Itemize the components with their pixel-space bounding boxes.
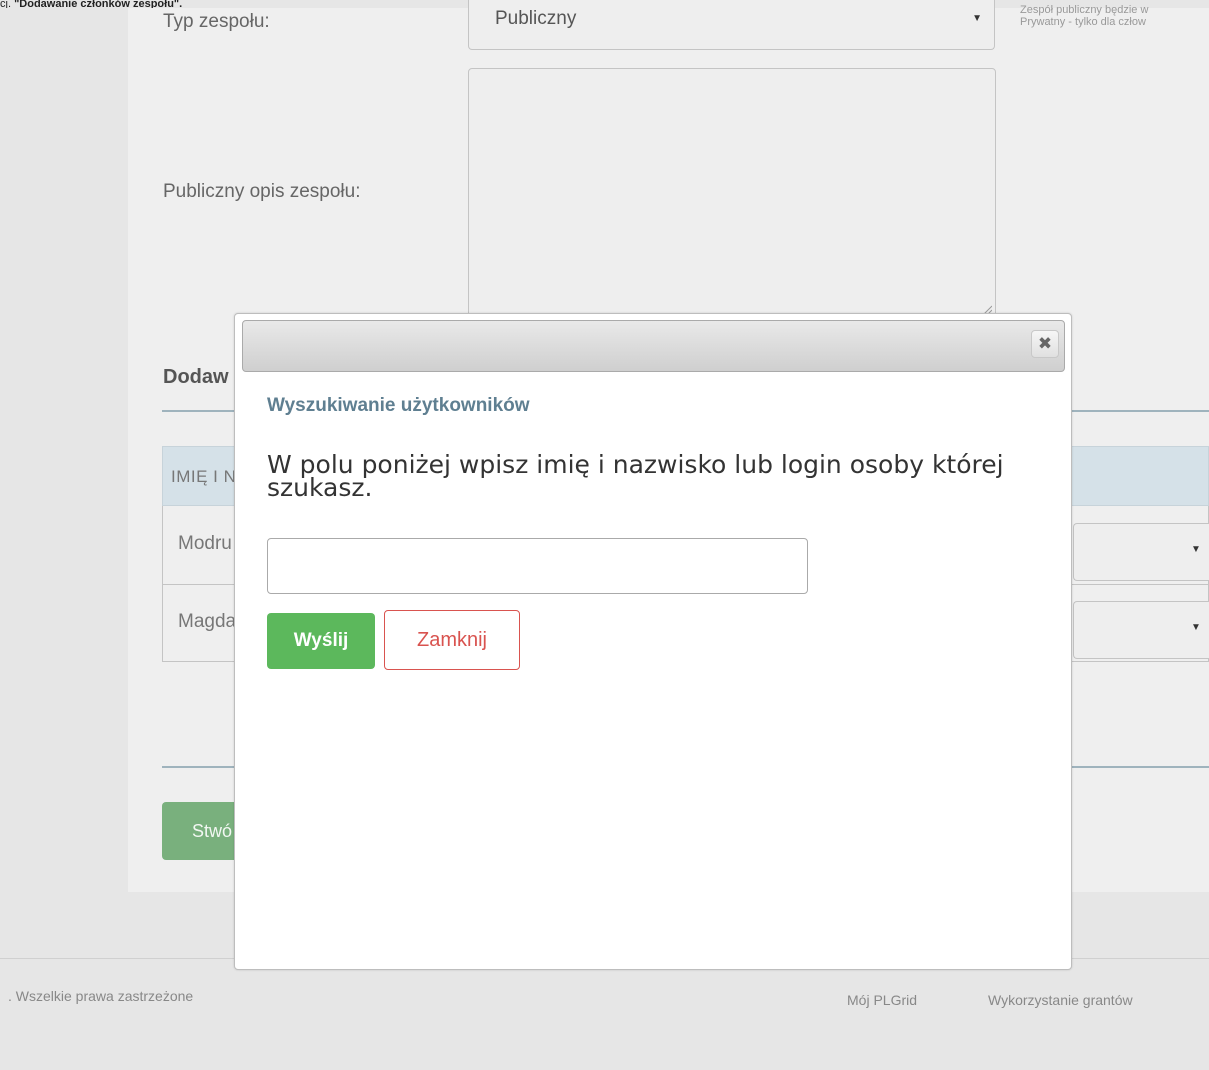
dialog-instruction: W polu poniżej wpisz imię i nazwisko lub… [267,450,1004,502]
footer-link-my-plgrid[interactable]: Mój PLGrid [847,992,917,1008]
close-icon[interactable]: ✖ [1031,330,1059,358]
team-type-select[interactable]: Publiczny ▼ [468,0,995,50]
members-section-title: Dodaw [163,366,229,388]
close-button[interactable]: Zamknij [384,610,520,670]
footer-copyright: . Wszelkie prawa zastrzeżone [8,988,194,1004]
chevron-down-icon: ▼ [1191,544,1201,555]
user-search-input[interactable] [267,538,808,594]
table-row-name: Magda [178,611,237,632]
user-search-dialog: ✖ Wyszukiwanie użytkowników W polu poniż… [234,313,1072,970]
member-role-select[interactable]: ▼ [1073,523,1209,581]
team-type-value: Publiczny [495,8,577,29]
crop-title: "Dodawanie członków zespołu". [14,0,183,8]
dialog-heading: Wyszukiwanie użytkowników [267,395,530,416]
member-role-select[interactable]: ▼ [1073,601,1209,659]
dialog-titlebar[interactable] [242,320,1065,372]
chevron-down-icon: ▼ [1191,622,1201,633]
public-description-label: Publiczny opis zespołu: [163,181,361,202]
hint-line-1: Zespół publiczny będzie w [1020,4,1149,16]
team-type-hint: Zespół publiczny będzie w Prywatny - tyl… [1020,4,1209,28]
crop-prefix: cj. [0,0,11,8]
public-description-textarea[interactable] [468,68,996,318]
column-header-name: IMIĘ I N [171,467,237,486]
chevron-down-icon: ▼ [972,13,982,24]
footer-link-grant-usage[interactable]: Wykorzystanie grantów [988,992,1133,1008]
hint-line-2: Prywatny - tylko dla człow [1020,16,1146,28]
send-button[interactable]: Wyślij [267,613,375,669]
team-type-label: Typ zespołu: [163,11,270,32]
table-row-name: Modru [178,533,232,554]
